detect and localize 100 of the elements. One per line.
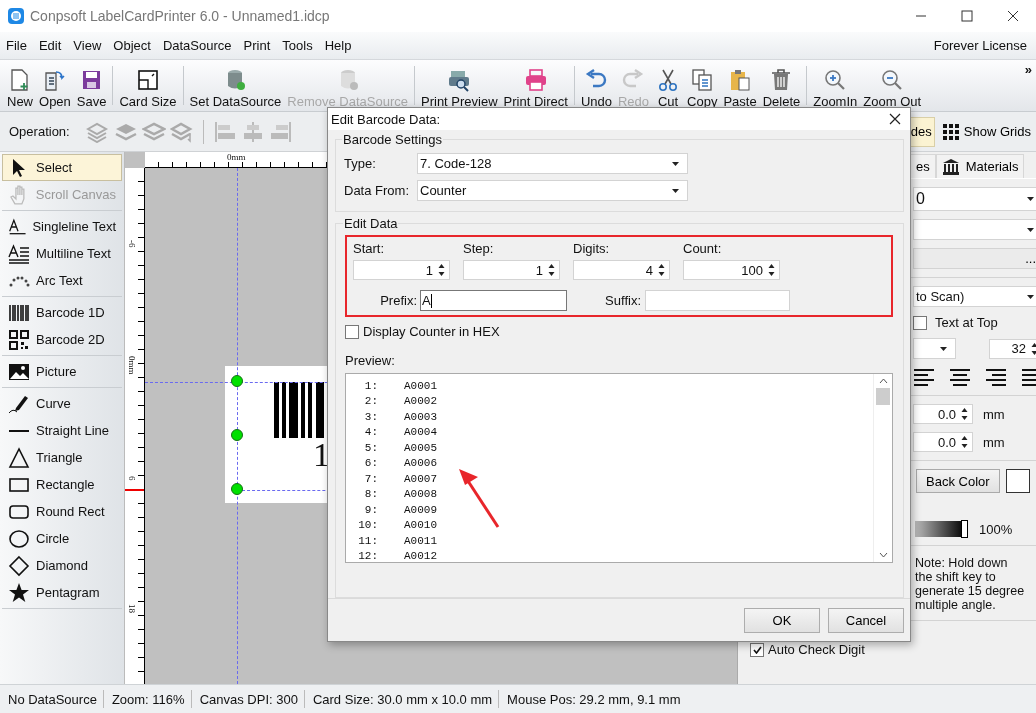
tool-button[interactable]: Barcode 1D [2,299,122,326]
prefix-field[interactable]: A [420,290,567,311]
toolbar-button[interactable]: Cut [652,60,685,111]
qr-code-icon [8,328,30,351]
checkbox-label: Display Counter in HEX [363,324,500,339]
tool-button[interactable]: Picture [2,358,122,385]
tool-button[interactable]: Rectangle [2,471,122,498]
toolbar-button[interactable]: Save [73,60,110,111]
slider-thumb[interactable] [961,520,968,538]
maximize-icon[interactable] [961,10,973,22]
spin-arrows-icon[interactable] [548,263,555,277]
offset-spinner[interactable]: 0.0 [913,404,973,424]
more-button[interactable]: » [1024,62,1032,77]
menu-item[interactable]: DataSource [156,38,237,53]
align-center-icon[interactable] [949,367,971,387]
menu-item[interactable]: Print [237,38,276,53]
menu-item[interactable]: File [0,38,32,53]
dropdown[interactable]: 0 [913,187,1036,211]
spin-arrows-icon[interactable] [961,407,968,421]
spin-arrows-icon[interactable] [768,263,775,277]
spin-arrows-icon[interactable] [1031,341,1036,356]
offset-spinner[interactable]: 0.0 [913,432,973,452]
field-label: Type: [344,156,377,171]
spin-arrows-icon[interactable] [961,435,968,449]
tool-button[interactable]: Barcode 2D [2,326,122,353]
spin-arrows-icon[interactable] [438,263,445,277]
tool-button[interactable]: Select [2,154,122,181]
menu-item[interactable]: Object [107,38,156,53]
start-spinner[interactable]: 1 [353,260,450,280]
toolbar-button[interactable]: Open [36,60,74,111]
align-left-icon[interactable] [913,367,935,387]
close-icon[interactable] [889,113,901,125]
tool-button[interactable]: Diamond [2,552,122,579]
preview-value: A0008 [404,488,437,501]
menu-item[interactable]: Edit [32,38,67,53]
suffix-field[interactable] [645,290,790,311]
dropdown-caret-icon [672,161,679,166]
type-dropdown[interactable]: 7. Code-128 [417,153,688,174]
tool-button[interactable]: Singleline Text [2,213,122,240]
annotation-arrow [459,469,500,528]
checkbox[interactable] [345,324,359,339]
toggle-button[interactable]: Show Grids [938,116,1034,147]
tool-button[interactable]: Triangle [2,444,122,471]
scrollbar[interactable] [873,374,892,562]
field-label: Suffix: [604,293,642,308]
spin-arrows-icon[interactable] [658,263,665,277]
dropdown-caret-icon [1027,197,1034,201]
tool-button[interactable]: Pentagram [2,579,122,606]
scroll-thumb[interactable] [876,388,890,405]
font-size-spinner[interactable]: 32 [989,338,1036,359]
scroll-down-icon[interactable] [878,552,888,558]
line-number: 12: [357,550,378,563]
data-source-dropdown[interactable]: Counter [417,180,688,201]
preview-value: A0009 [404,503,437,516]
tool-button[interactable]: Arc Text [2,267,122,294]
toolbar-button[interactable]: ZoomIn [810,60,861,111]
tool-button[interactable]: Straight Line [2,417,122,444]
panel-tab[interactable]: Materials [935,154,1025,178]
menu-item[interactable]: Tools [276,38,318,53]
tool-button[interactable]: Circle [2,525,122,552]
toolbar-button[interactable]: New [4,60,36,111]
tool-button[interactable]: Round Rect [2,498,122,525]
line-number: 8: [363,488,378,501]
preview-value: A0006 [404,457,437,470]
toolbar-button[interactable]: Undo [577,60,615,111]
ruler-label: 6 [127,476,137,481]
unit-label: mm [983,434,1005,450]
align-right-icon[interactable] [985,367,1007,387]
checkbox[interactable] [913,315,927,330]
menu-item[interactable]: View [67,38,107,53]
dropdown[interactable]: to Scan) [913,286,1036,307]
dialog-button[interactable]: Cancel [828,607,904,633]
card-size-icon [135,68,161,92]
dropdown-caret-icon [1027,227,1034,232]
tool-button[interactable]: Curve [2,390,122,417]
dialog-title: Edit Barcode Data: [331,111,441,127]
preview-value: A0007 [404,472,437,485]
menu-item[interactable]: Help [318,38,357,53]
close-icon[interactable] [1007,10,1019,22]
tool-button[interactable]: Multiline Text [2,240,122,267]
digits-spinner[interactable]: 4 [573,260,670,280]
dialog-button[interactable]: OK [744,607,820,633]
browse-button[interactable]: ... [913,248,1036,269]
back-color-button[interactable]: Back Color [916,469,1000,493]
count-spinner[interactable]: 100 [683,260,780,280]
label-text: 1 [313,436,330,474]
preview-value: A0003 [404,410,437,423]
toolbar-button[interactable]: Zoom Out [860,60,925,111]
diamond-icon [8,554,30,577]
opacity-slider[interactable] [915,521,965,537]
back-color-swatch[interactable] [1005,469,1030,493]
toolbar-button[interactable]: Card Size [116,60,180,111]
checkbox[interactable] [750,642,764,657]
toolbar-button[interactable]: Set DataSource [186,60,285,111]
group-title: Edit Data [343,216,399,231]
step-spinner[interactable]: 1 [463,260,560,280]
preview-value: A0005 [404,441,437,454]
scroll-up-icon[interactable] [878,378,888,384]
line-number: 5: [363,441,378,454]
panel-tab[interactable]: es [910,154,936,178]
